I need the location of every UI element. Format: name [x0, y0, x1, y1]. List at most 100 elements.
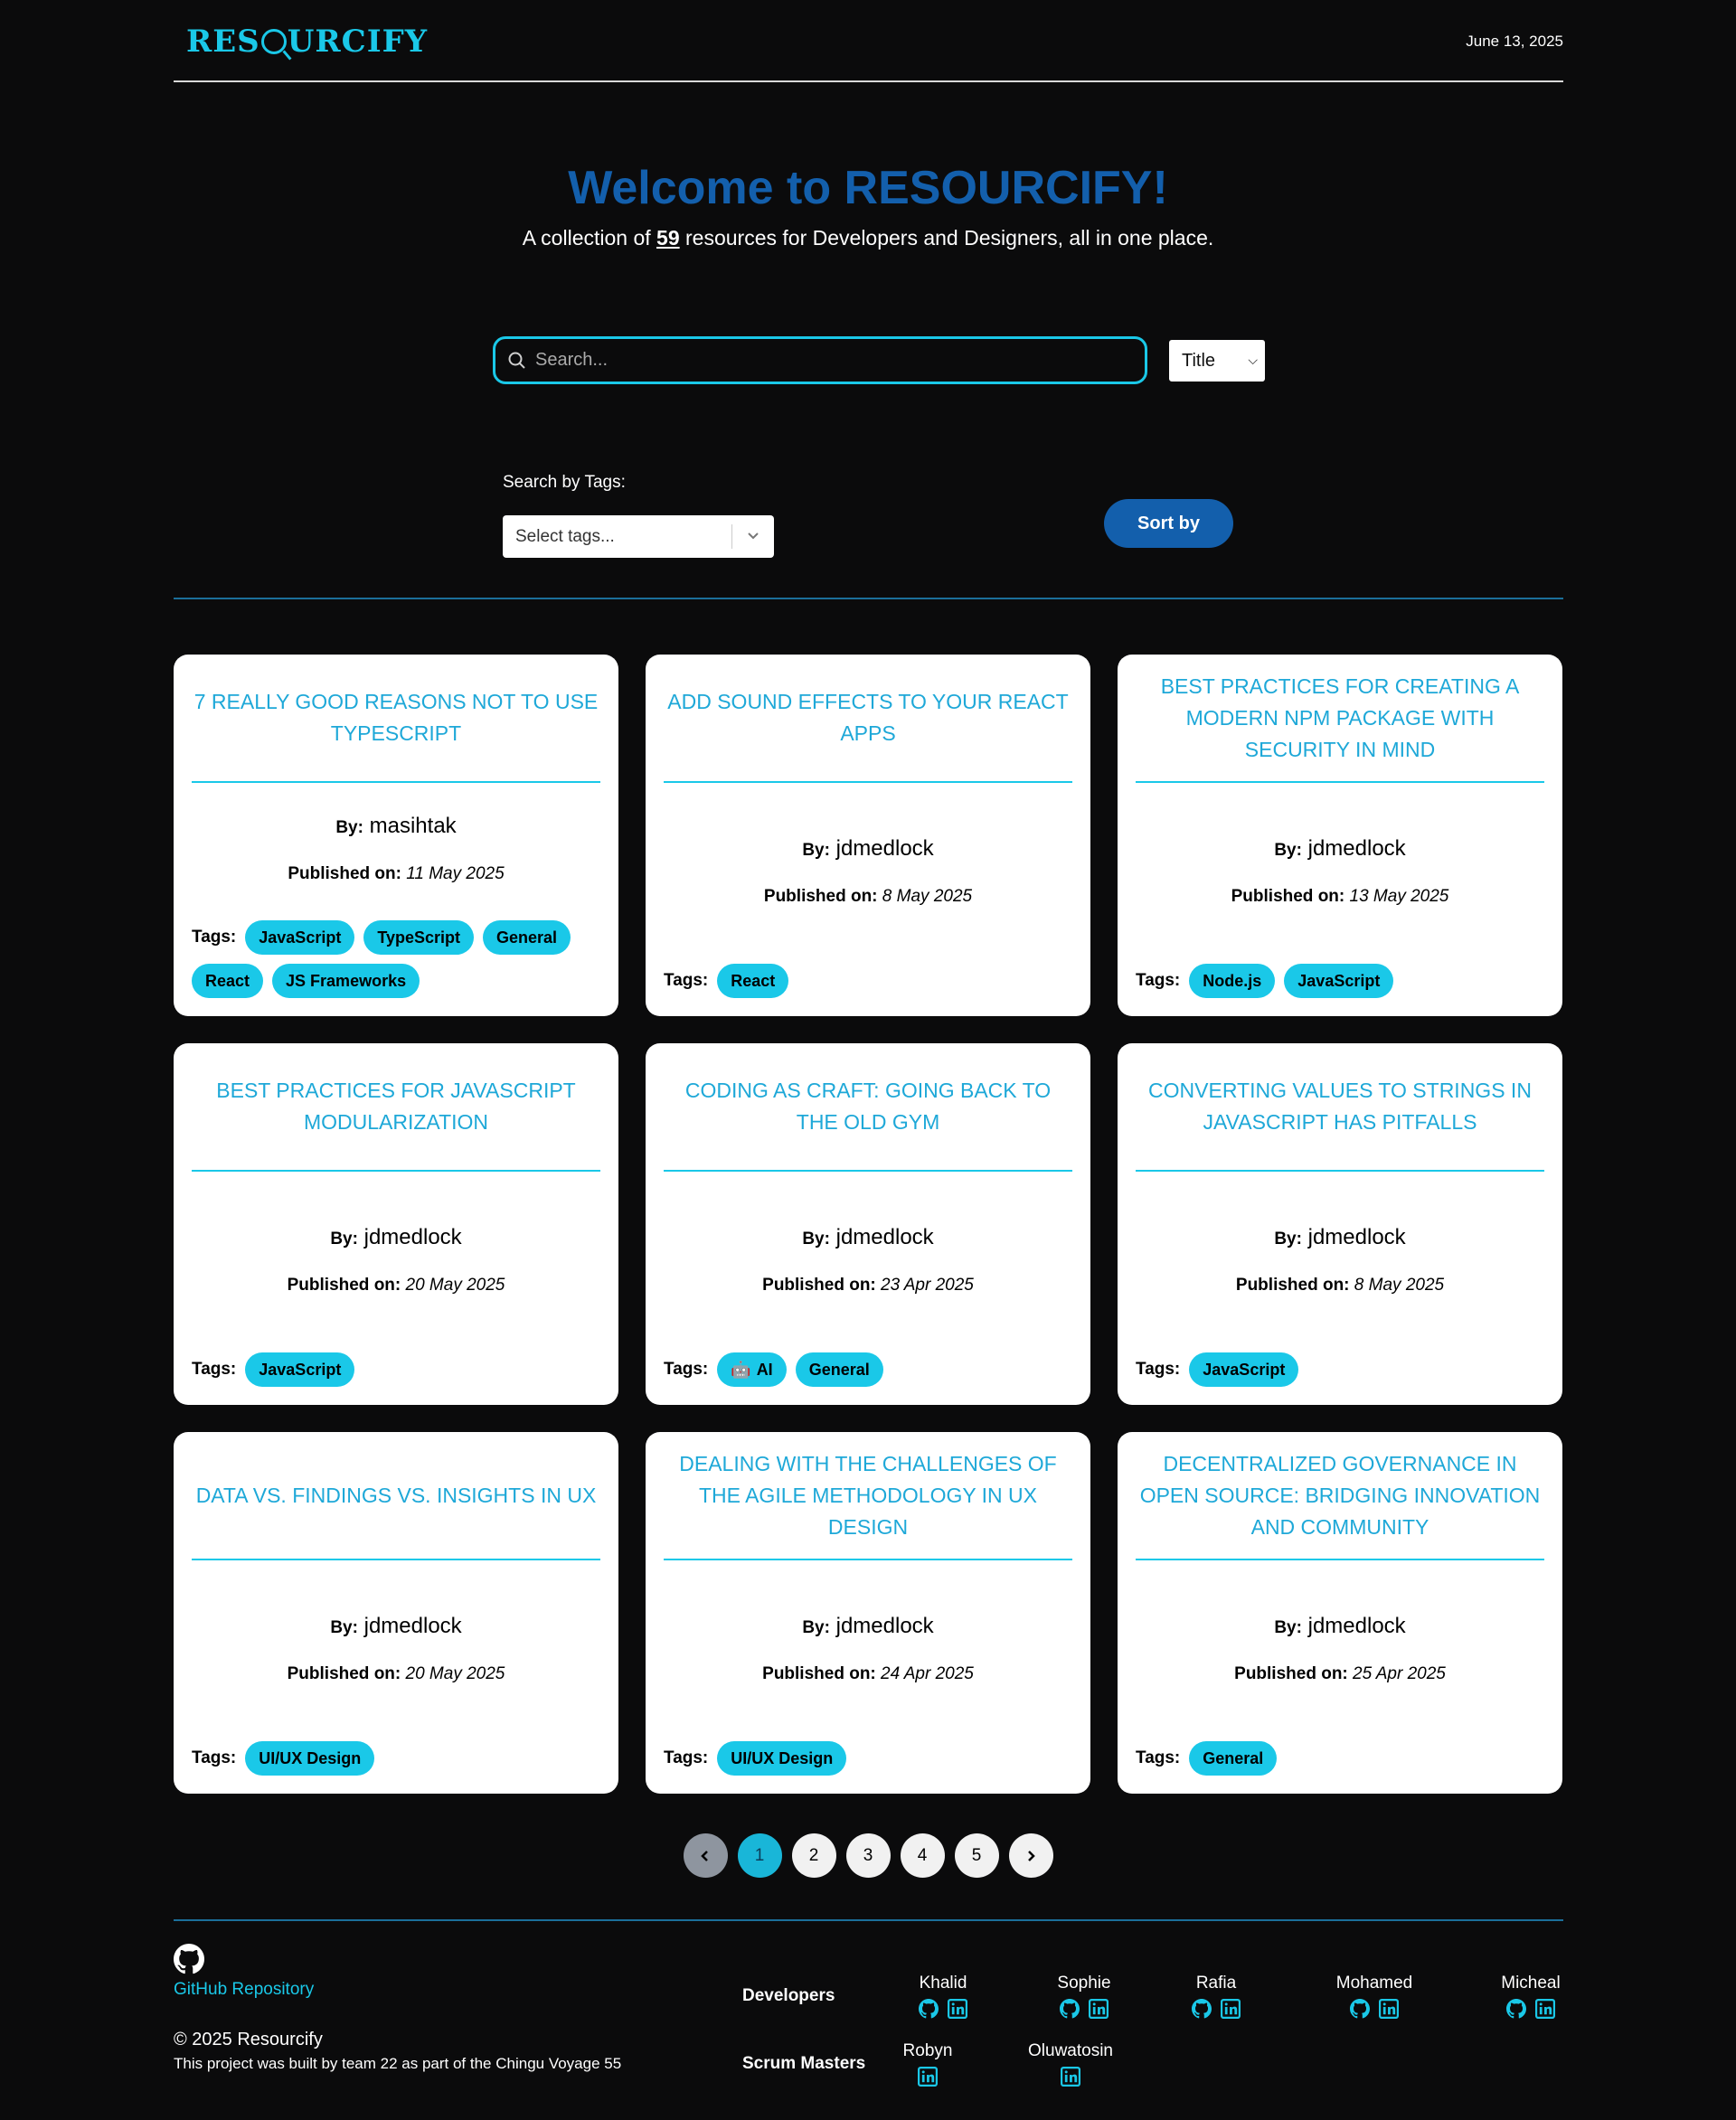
developer-name: Sophie	[1057, 1974, 1111, 1993]
card-title[interactable]: Dealing with the challenges of the agile…	[664, 1432, 1072, 1560]
resource-card[interactable]: Decentralized governance in open source:…	[1118, 1432, 1562, 1794]
card-tags: Tags: JavaScript	[1136, 1352, 1544, 1387]
github-icon[interactable]	[1192, 1999, 1212, 2019]
tag-badge[interactable]: 🤖 AI	[717, 1352, 787, 1387]
linkedin-icon[interactable]	[1379, 1999, 1399, 2019]
tag-badge[interactable]: JavaScript	[1284, 964, 1394, 998]
page-button[interactable]: 5	[954, 1833, 999, 1878]
next-page-button[interactable]	[1008, 1833, 1053, 1878]
card-title[interactable]: Add sound effects to your React apps	[664, 655, 1072, 783]
linkedin-icon[interactable]	[948, 1999, 967, 2019]
tag-badge[interactable]: General	[483, 920, 571, 955]
site-header: RES URCIFY June 13, 2025	[174, 0, 1563, 82]
scrum-master-profile: Robyn	[864, 2041, 991, 2087]
card-author: By: jdmedlock	[802, 1614, 934, 1638]
card-published: Published on: 23 Apr 2025	[762, 1276, 974, 1295]
card-tags: Tags: React	[664, 964, 1072, 998]
card-tags: Tags: UI/UX Design	[192, 1741, 600, 1776]
linkedin-icon[interactable]	[1221, 1999, 1241, 2019]
github-repository-link[interactable]: GitHub Repository	[174, 1980, 314, 2000]
chevron-left-icon	[701, 1850, 708, 1861]
tag-badge[interactable]: JavaScript	[1189, 1352, 1299, 1387]
magnifier-logo-icon	[260, 29, 287, 54]
card-author: By: jdmedlock	[330, 1225, 462, 1249]
tag-badge[interactable]: JavaScript	[245, 1352, 355, 1387]
card-title[interactable]: Best practices for creating a modern npm…	[1136, 655, 1544, 783]
card-title[interactable]: Coding as craft: going back to the old g…	[664, 1043, 1072, 1172]
page-button[interactable]: 1	[737, 1833, 782, 1878]
tag-badge[interactable]: JavaScript	[245, 920, 355, 955]
resource-card[interactable]: Data vs. findings vs. insights in UX By: …	[174, 1432, 618, 1794]
developer-name: Rafia	[1195, 1974, 1237, 1993]
tag-badge[interactable]: JS Frameworks	[272, 964, 420, 998]
github-icon[interactable]	[174, 1944, 204, 1974]
chevron-down-icon: ⌵	[1248, 353, 1258, 367]
tag-badge[interactable]: Node.js	[1189, 964, 1276, 998]
linkedin-icon[interactable]	[1535, 1999, 1555, 2019]
github-icon[interactable]	[919, 1999, 939, 2019]
developer-name: Micheal	[1501, 1974, 1561, 1993]
card-published: Published on: 13 May 2025	[1231, 887, 1449, 906]
scrum-master-name: Robyn	[902, 2041, 953, 2060]
tag-badge[interactable]: UI/UX Design	[717, 1741, 847, 1776]
sort-button[interactable]: Sort by	[1104, 499, 1233, 548]
linkedin-icon[interactable]	[1061, 2067, 1080, 2087]
tags-select[interactable]: Select tags...	[503, 515, 774, 558]
page-button[interactable]: 3	[845, 1833, 891, 1878]
scrum-master-name: Oluwatosin	[1028, 2041, 1113, 2060]
scrum-master-profile: Oluwatosin	[1007, 2041, 1134, 2087]
developer-name: Mohamed	[1335, 1974, 1413, 1993]
page-title: Welcome to RESOURCIFY!	[568, 162, 1168, 214]
search-box[interactable]	[493, 336, 1147, 384]
card-tags: Tags: JavaScript	[192, 1352, 600, 1387]
resource-card[interactable]: Dealing with the challenges of the agile…	[646, 1432, 1090, 1794]
developer-profile: Rafia	[1162, 1974, 1270, 2019]
tag-badge[interactable]: React	[717, 964, 789, 998]
resource-card[interactable]: Converting values to strings in JavaScri…	[1118, 1043, 1562, 1405]
page-button[interactable]: 2	[791, 1833, 836, 1878]
tags-filter-label: Search by Tags:	[503, 473, 626, 492]
card-tags: Tags: JavaScript TypeScript General React JS …	[192, 920, 600, 998]
github-icon[interactable]	[1060, 1999, 1080, 2019]
card-author: By: jdmedlock	[330, 1614, 462, 1638]
chevron-down-icon[interactable]	[745, 528, 761, 544]
github-icon[interactable]	[1506, 1999, 1526, 2019]
tag-badge[interactable]: UI/UX Design	[245, 1741, 375, 1776]
prev-page-button[interactable]	[683, 1833, 728, 1878]
card-title[interactable]: Best practices for JavaScript modulariza…	[192, 1043, 600, 1172]
built-by-note: This project was built by team 22 as par…	[174, 2055, 622, 2072]
card-published: Published on: 8 May 2025	[1235, 1276, 1445, 1295]
card-author: By: jdmedlock	[802, 836, 934, 861]
github-icon[interactable]	[1350, 1999, 1370, 2019]
tag-badge[interactable]: General	[795, 1352, 883, 1387]
resource-card[interactable]: Add sound effects to your React apps By: …	[646, 655, 1090, 1016]
card-author: By: jdmedlock	[1274, 1225, 1406, 1249]
resource-card[interactable]: Coding as craft: going back to the old g…	[646, 1043, 1090, 1405]
resource-card[interactable]: 7 really good reasons not to use TypeScr…	[174, 655, 618, 1016]
developer-profile: Khalid	[889, 1974, 997, 2019]
page-subtitle: A collection of 59 resources for Develop…	[522, 226, 1214, 250]
tag-badge[interactable]: General	[1189, 1741, 1278, 1776]
card-title[interactable]: Converting values to strings in JavaScri…	[1136, 1043, 1544, 1172]
card-title[interactable]: 7 really good reasons not to use TypeScr…	[192, 655, 600, 783]
card-title[interactable]: Decentralized governance in open source:…	[1136, 1432, 1544, 1560]
tag-badge[interactable]: React	[192, 964, 264, 998]
linkedin-icon[interactable]	[918, 2067, 938, 2087]
card-published: Published on: 25 Apr 2025	[1234, 1664, 1446, 1683]
page-button[interactable]: 4	[900, 1833, 945, 1878]
card-title[interactable]: Data vs. findings vs. insights in UX	[192, 1432, 600, 1560]
card-published: Published on: 24 Apr 2025	[762, 1664, 974, 1683]
resource-card[interactable]: Best practices for JavaScript modulariza…	[174, 1043, 618, 1405]
section-divider	[174, 598, 1563, 599]
linkedin-icon[interactable]	[1089, 1999, 1109, 2019]
select-separator	[731, 524, 732, 549]
search-icon	[508, 352, 525, 369]
developer-name: Khalid	[919, 1974, 967, 1993]
tag-badge[interactable]: TypeScript	[363, 920, 475, 955]
card-published: Published on: 11 May 2025	[288, 864, 505, 883]
logo[interactable]: RES URCIFY	[186, 24, 428, 60]
resource-card[interactable]: Best practices for creating a modern npm…	[1118, 655, 1562, 1016]
search-field-select[interactable]: Title ⌵	[1169, 340, 1265, 382]
search-input[interactable]	[535, 350, 1123, 371]
current-date: June 13, 2025	[1466, 33, 1563, 50]
